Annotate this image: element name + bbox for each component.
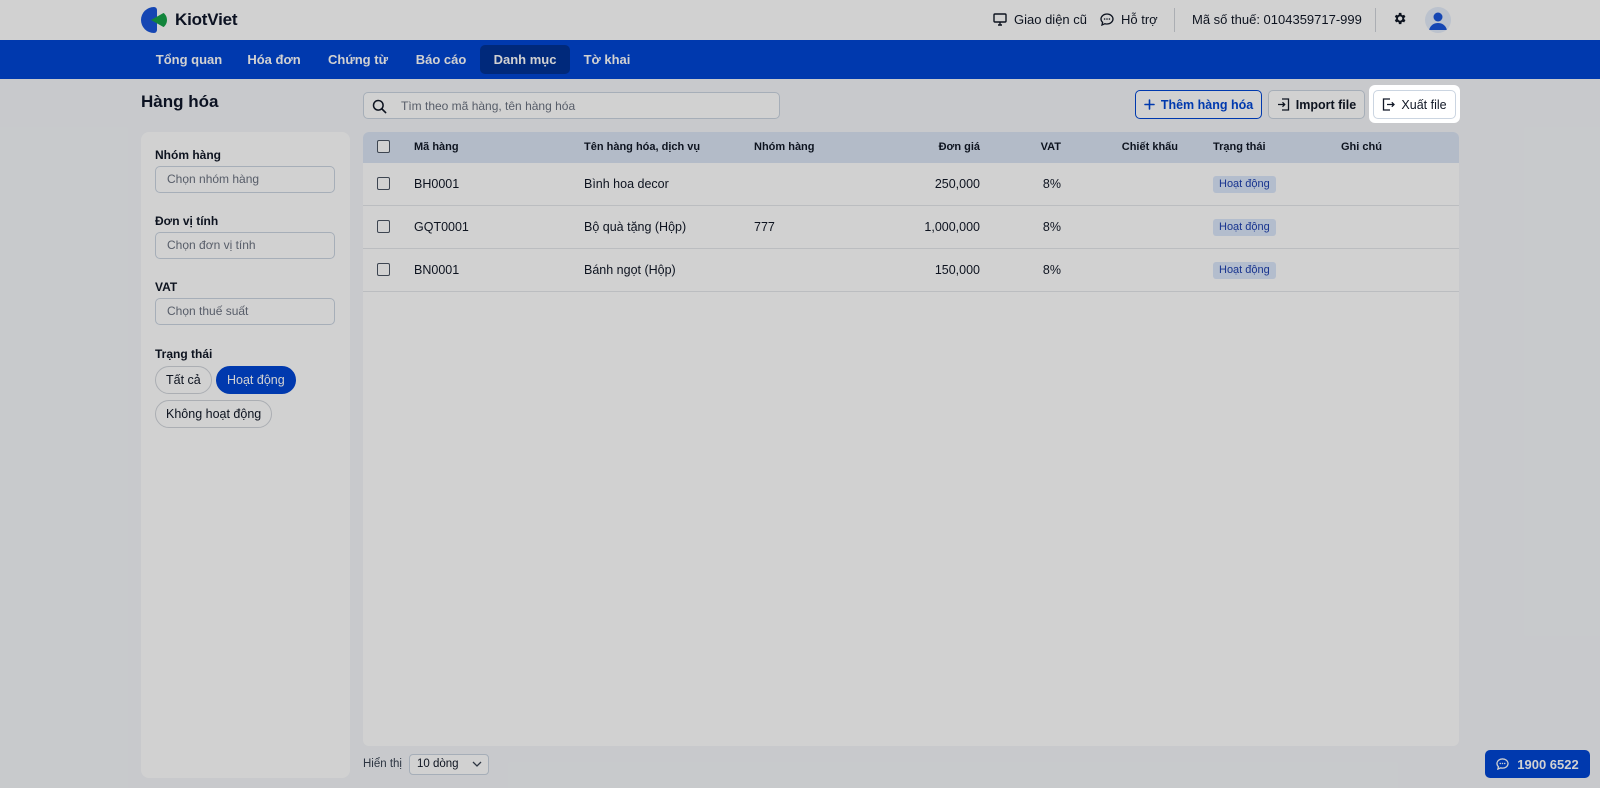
status-chip-all[interactable]: Tất cả	[155, 366, 212, 394]
import-file-label: Import file	[1295, 97, 1357, 112]
col-code: Mã hàng	[414, 141, 459, 153]
nav-item-documents[interactable]: Chứng từ	[322, 40, 394, 79]
group-filter-label: Nhóm hàng	[155, 148, 221, 162]
nav-item-reports[interactable]: Báo cáo	[408, 40, 474, 79]
hotline-button[interactable]: 1900 6522	[1485, 750, 1590, 778]
export-icon	[1383, 98, 1396, 111]
old-ui-link[interactable]: Giao diện cũ	[993, 12, 1087, 27]
chat-bubble-icon	[1496, 758, 1509, 770]
table-row[interactable]: BN0001 Bánh ngọt (Hộp) 150,000 8% Hoạt đ…	[363, 249, 1459, 292]
brand-name: KiotViet	[175, 10, 238, 29]
hotline-number: 1900 6522	[1517, 756, 1579, 772]
rows-per-page-select[interactable]: 10 dòng	[409, 754, 489, 775]
status-filter-label: Trạng thái	[155, 347, 213, 361]
cell-name: Bộ quà tặng (Hộp)	[584, 220, 687, 234]
plus-icon	[1144, 99, 1155, 110]
add-product-label: Thêm hàng hóa	[1160, 97, 1254, 112]
gear-icon	[1394, 12, 1406, 25]
nav-item-declarations[interactable]: Tờ khai	[580, 40, 634, 79]
old-ui-label: Giao diện cũ	[1014, 12, 1087, 27]
filter-sidebar: Nhóm hàng Chọn nhóm hàng Đơn vị tính Chọ…	[141, 132, 350, 778]
vat-filter-label: VAT	[155, 280, 178, 294]
user-avatar[interactable]	[1425, 7, 1451, 33]
unit-filter-select[interactable]: Chọn đơn vị tính	[155, 232, 335, 259]
status-badge: Hoạt động	[1213, 176, 1276, 193]
nav-item-overview[interactable]: Tổng quan	[150, 40, 228, 79]
cell-price: 150,000	[934, 263, 980, 277]
user-avatar-icon	[1429, 12, 1447, 30]
nav-item-catalog[interactable]: Danh mục	[480, 45, 570, 74]
cell-name: Bình hoa decor	[584, 177, 669, 191]
product-table: Mã hàng Tên hàng hóa, dịch vụ Nhóm hàng …	[363, 132, 1459, 746]
unit-filter-label: Đơn vị tính	[155, 214, 219, 228]
divider	[1375, 8, 1376, 32]
col-name: Tên hàng hóa, dịch vụ	[584, 141, 701, 153]
search-icon	[372, 99, 387, 114]
chat-bubble-icon	[1100, 13, 1114, 26]
col-discount: Chiết khấu	[1121, 141, 1178, 153]
export-file-button[interactable]: Xuất file	[1373, 90, 1456, 119]
page-title: Hàng hóa	[141, 92, 219, 111]
add-product-button[interactable]: Thêm hàng hóa	[1135, 90, 1262, 119]
search-box	[363, 92, 780, 119]
cell-price: 250,000	[934, 177, 980, 191]
row-checkbox[interactable]	[377, 263, 390, 276]
col-group: Nhóm hàng	[754, 141, 815, 153]
export-file-label: Xuất file	[1401, 97, 1447, 112]
cell-code: BH0001	[414, 177, 460, 191]
col-vat: VAT	[1040, 141, 1061, 153]
chevron-down-icon	[472, 761, 482, 767]
cell-name: Bánh ngọt (Hộp)	[584, 263, 676, 277]
status-chip-inactive[interactable]: Không hoạt động	[155, 400, 273, 428]
nav-item-invoices[interactable]: Hóa đơn	[240, 40, 308, 79]
col-price: Đơn giá	[938, 141, 980, 153]
support-link[interactable]: Hỗ trợ	[1100, 12, 1158, 27]
select-all-checkbox[interactable]	[377, 140, 390, 153]
monitor-icon	[993, 13, 1007, 26]
status-chip-active[interactable]: Hoạt động	[216, 366, 296, 394]
search-input[interactable]	[401, 93, 771, 118]
import-file-button[interactable]: Import file	[1268, 90, 1365, 119]
cell-vat: 8%	[1042, 177, 1061, 191]
cell-price: 1,000,000	[924, 220, 980, 234]
status-badge: Hoạt động	[1213, 262, 1276, 279]
top-bar: KiotViet Giao diện cũ Hỗ trợ Mã số thuế:…	[0, 0, 1600, 40]
settings-button[interactable]	[1392, 11, 1407, 29]
rows-per-page-label: Hiển thị	[363, 758, 402, 770]
cell-vat: 8%	[1042, 220, 1061, 234]
import-icon	[1277, 98, 1289, 111]
support-label: Hỗ trợ	[1121, 12, 1158, 27]
cell-code: BN0001	[414, 263, 460, 277]
row-checkbox[interactable]	[377, 220, 390, 233]
table-header: Mã hàng Tên hàng hóa, dịch vụ Nhóm hàng …	[363, 132, 1459, 163]
tax-code: Mã số thuế: 0104359717-999	[1192, 12, 1362, 27]
divider	[1174, 8, 1175, 32]
row-checkbox[interactable]	[377, 177, 390, 190]
table-row[interactable]: BH0001 Bình hoa decor 250,000 8% Hoạt độ…	[363, 163, 1459, 206]
table-row[interactable]: GQT0001 Bộ quà tặng (Hộp) 777 1,000,000 …	[363, 206, 1459, 249]
cell-vat: 8%	[1042, 263, 1061, 277]
kiotviet-logo-icon	[141, 7, 169, 33]
main-nav: Tổng quan Hóa đơn Chứng từ Báo cáo Danh …	[0, 40, 1600, 79]
col-status: Trạng thái	[1213, 141, 1266, 153]
col-note: Ghi chú	[1341, 141, 1382, 153]
vat-filter-select[interactable]: Chọn thuế suất	[155, 298, 335, 325]
group-filter-select[interactable]: Chọn nhóm hàng	[155, 166, 335, 193]
rows-per-page-value: 10 dòng	[417, 758, 459, 770]
brand-logo[interactable]: KiotViet	[141, 7, 238, 33]
status-badge: Hoạt động	[1213, 219, 1276, 236]
cell-group: 777	[754, 220, 775, 234]
cell-code: GQT0001	[414, 220, 469, 234]
